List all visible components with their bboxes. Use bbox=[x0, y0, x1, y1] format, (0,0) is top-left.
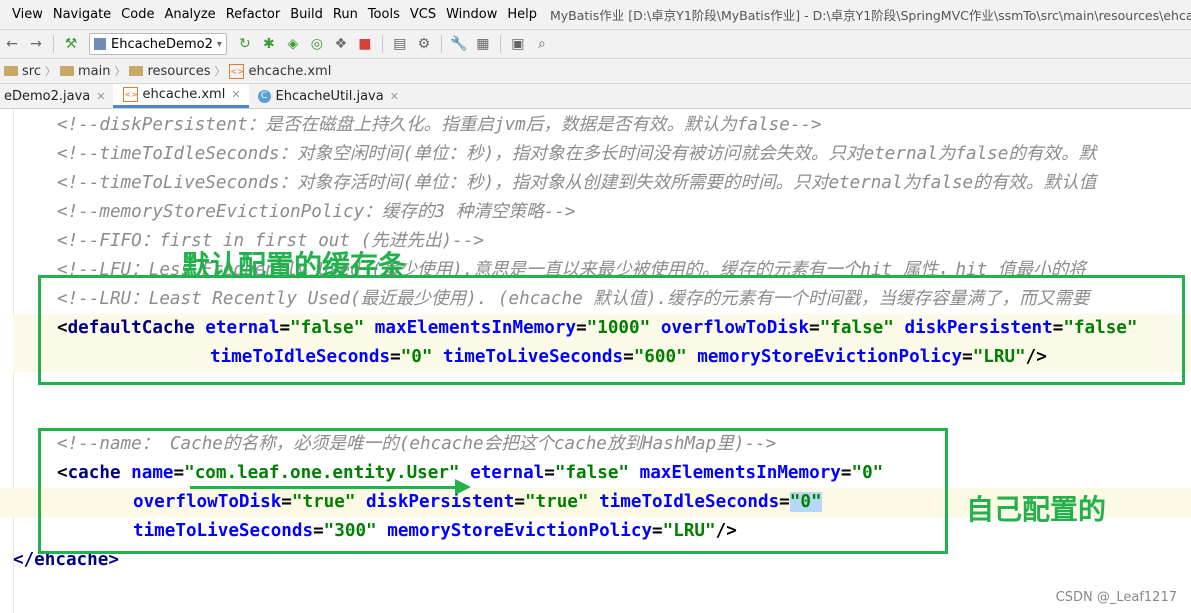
breadcrumb-label: src bbox=[22, 63, 41, 79]
xml-file-icon: <> bbox=[229, 63, 245, 79]
back-arrow-icon[interactable]: ← bbox=[0, 33, 24, 55]
toolbar-separator bbox=[440, 35, 442, 53]
menu-build[interactable]: Build bbox=[285, 7, 328, 22]
build-hammer-icon[interactable]: ⚒ bbox=[59, 33, 83, 55]
run-configuration-select[interactable]: EhcacheDemo2 ▾ bbox=[89, 33, 227, 55]
code-line-defaultcache-cont: timeToIdleSeconds="0" timeToLiveSeconds=… bbox=[13, 343, 1191, 372]
debug-bug-icon[interactable]: ✱ bbox=[257, 33, 281, 55]
code-line-comment: <!--diskPersistent：是否在磁盘上持久化。指重启jvm后，数据是… bbox=[57, 115, 822, 135]
menu-analyze[interactable]: Analyze bbox=[159, 7, 220, 22]
code-line-comment: <!--timeToLiveSeconds：对象存活时间(单位：秒)，指对象从创… bbox=[57, 173, 1097, 193]
custom-cache-annotation: 自己配置的 bbox=[966, 493, 1107, 526]
run-config-icon bbox=[94, 38, 106, 50]
watermark: CSDN @_Leaf1217 bbox=[1055, 590, 1177, 605]
forward-arrow-icon[interactable]: → bbox=[24, 33, 48, 55]
folder-icon bbox=[129, 66, 144, 76]
folder-icon bbox=[59, 66, 74, 76]
run-config-label: EhcacheDemo2 bbox=[111, 36, 213, 52]
rerun-icon[interactable]: ↻ bbox=[233, 33, 257, 55]
menu-tools[interactable]: Tools bbox=[363, 7, 405, 22]
breadcrumb-label: main bbox=[77, 63, 111, 79]
breadcrumb-label: ehcache.xml bbox=[248, 63, 332, 79]
tab-ehcache-xml[interactable]: <> ehcache.xml ✕ bbox=[113, 84, 249, 108]
code-line-cache: <cache name="com.leaf.one.entity.User" e… bbox=[57, 463, 884, 483]
code-line-comment: <!--name： Cache的名称，必须是唯一的(ehcache会把这个cac… bbox=[57, 434, 777, 454]
tab-label: eDemo2.java bbox=[4, 88, 91, 104]
menu-navigate[interactable]: Navigate bbox=[48, 7, 116, 22]
menu-bar: View Navigate Code Analyze Refactor Buil… bbox=[0, 0, 1191, 30]
terminal-icon[interactable]: ▣ bbox=[506, 33, 530, 55]
attach-icon[interactable]: ❖ bbox=[329, 33, 353, 55]
chevron-right-icon: 〉 bbox=[214, 65, 226, 78]
xml-file-icon: <> bbox=[123, 87, 139, 102]
tab-ehcachedemo2[interactable]: eDemo2.java ✕ bbox=[0, 84, 113, 108]
default-cache-annotation: 默认配置的缓存条 bbox=[182, 249, 407, 282]
tab-ehcacheutil[interactable]: C EhcacheUtil.java ✕ bbox=[249, 84, 407, 108]
tab-label: EhcacheUtil.java bbox=[275, 88, 384, 104]
chevron-right-icon: 〉 bbox=[44, 65, 56, 78]
annotation-arrow-icon bbox=[455, 479, 471, 495]
menu-vcs[interactable]: VCS bbox=[405, 7, 441, 22]
menu-view[interactable]: View bbox=[0, 7, 48, 22]
close-icon[interactable]: ✕ bbox=[231, 88, 240, 101]
code-line-defaultcache: <defaultCache eternal="false" maxElement… bbox=[13, 314, 1191, 343]
close-icon[interactable]: ✕ bbox=[96, 90, 105, 103]
menu-window[interactable]: Window bbox=[441, 7, 502, 22]
menu-run[interactable]: Run bbox=[328, 7, 363, 22]
close-icon[interactable]: ✕ bbox=[390, 90, 399, 103]
folder-icon bbox=[4, 66, 18, 76]
code-line-comment: <!--timeToIdleSeconds：对象空闲时间(单位：秒)，指对象在多… bbox=[57, 144, 1097, 164]
breadcrumb: src 〉 main 〉 resources 〉 <> ehcache.xml bbox=[0, 59, 1191, 84]
chevron-down-icon: ▾ bbox=[216, 38, 222, 50]
coverage-icon[interactable]: ◈ bbox=[281, 33, 305, 55]
breadcrumb-resources[interactable]: resources bbox=[125, 64, 214, 79]
code-line-close-ehcache: </ehcache> bbox=[13, 550, 119, 570]
breadcrumb-label: resources bbox=[147, 63, 211, 79]
project-structure-icon[interactable]: ▦ bbox=[471, 33, 495, 55]
breadcrumb-file[interactable]: <> ehcache.xml bbox=[225, 63, 335, 79]
menu-code[interactable]: Code bbox=[116, 7, 159, 22]
toolbar-separator bbox=[53, 35, 54, 53]
menu-refactor[interactable]: Refactor bbox=[221, 7, 286, 22]
annotation-arrow-line bbox=[190, 486, 458, 489]
vcs-icon[interactable]: ▤ bbox=[388, 33, 412, 55]
tab-label: ehcache.xml bbox=[142, 87, 226, 102]
wrench-settings-icon[interactable]: 🔧 bbox=[447, 33, 471, 55]
chevron-right-icon: 〉 bbox=[114, 65, 126, 78]
breadcrumb-main[interactable]: main bbox=[56, 64, 114, 79]
main-toolbar: ← → ⚒ EhcacheDemo2 ▾ ↻ ✱ ◈ ◎ ❖ ■ ▤ ⚙ 🔧 ▦… bbox=[0, 30, 1191, 59]
code-line-comment: <!--memoryStoreEvictionPolicy：缓存的3 种清空策略… bbox=[57, 202, 576, 222]
search-icon[interactable]: ⌕ bbox=[530, 33, 554, 55]
toolbar-separator bbox=[381, 35, 383, 53]
java-class-icon: C bbox=[257, 89, 271, 103]
toolbar-separator bbox=[499, 35, 501, 53]
window-title: MyBatis作业 [D:\卓京Y1阶段\MyBatis作业] - D:\卓京Y… bbox=[549, 8, 1191, 23]
stop-icon[interactable]: ■ bbox=[353, 33, 377, 55]
editor-tabs: eDemo2.java ✕ <> ehcache.xml ✕ C Ehcache… bbox=[0, 84, 1191, 109]
vcs-update-icon[interactable]: ⚙ bbox=[412, 33, 436, 55]
breadcrumb-src[interactable]: src bbox=[0, 64, 45, 79]
code-editor[interactable]: <!--diskPersistent：是否在磁盘上持久化。指重启jvm后，数据是… bbox=[0, 109, 1191, 613]
menu-help[interactable]: Help bbox=[502, 7, 542, 22]
code-line-comment: <!--LRU：Least Recently Used(最近最少使用). (eh… bbox=[57, 289, 1090, 309]
profile-icon[interactable]: ◎ bbox=[305, 33, 329, 55]
